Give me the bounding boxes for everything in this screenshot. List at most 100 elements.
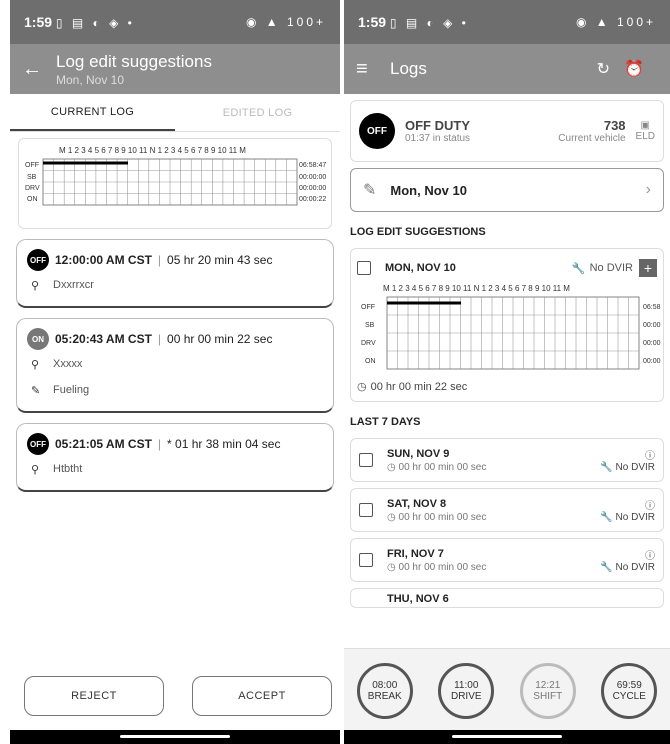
suggestion-card[interactable]: MON, NOV 10 🔧 No DVIR + M 1 2 3 4 5 6 7 … [350, 248, 664, 402]
drive-time: 11:00 [454, 679, 479, 691]
page-subtitle: Mon, Nov 10 [56, 72, 125, 87]
status-badge: ON [27, 328, 49, 350]
selected-date: Mon, Nov 10 [390, 182, 467, 198]
cast-icon: ▣ [640, 120, 650, 131]
entry-location: Dxxrrxcr [53, 279, 94, 291]
day-duration: 00 hr 00 min 00 sec [398, 461, 487, 473]
back-arrow-icon[interactable]: ← [22, 58, 56, 81]
entry-time: 12:00:00 AM CST [55, 253, 152, 267]
day-date: SUN, NOV 9 [387, 447, 450, 460]
status-badge: OFF [27, 249, 49, 271]
notification-icons: ▯ ▤ ◐ ◈ • [55, 16, 135, 30]
log-entry[interactable]: OFF 12:00:00 AM CST | 05 hr 20 min 43 sec ⚲… [16, 239, 334, 308]
page-title: Log edit suggestions [56, 51, 212, 71]
graph-hours: M 1 2 3 4 5 6 7 8 9 10 11 N 1 2 3 4 5 6 … [383, 284, 570, 293]
duty-status-card[interactable]: OFF OFF DUTY 01:37 in status 738 Current… [350, 100, 664, 162]
row-label-off: OFF [361, 304, 375, 311]
day-date: FRI, NOV 7 [387, 547, 444, 560]
alarm-icon[interactable]: ⏰ [624, 61, 658, 78]
info-icon: ⓘ [645, 551, 655, 562]
tab-edited-log[interactable]: EDITED LOG [175, 94, 340, 131]
wrench-icon: 🔧 [571, 262, 586, 275]
dvir-status: No DVIR [615, 512, 655, 523]
entry-time: 05:21:05 AM CST [55, 437, 152, 451]
gesture-bar [10, 730, 340, 744]
shift-label: SHIFT [533, 690, 563, 702]
drive-clock[interactable]: 11:00 DRIVE [438, 662, 495, 719]
break-clock[interactable]: 08:00 BREAK [356, 662, 413, 719]
status-badge: OFF [27, 433, 49, 455]
day-checkbox[interactable] [359, 503, 373, 517]
pencil-icon: ✎ [363, 182, 377, 199]
entry-duration: 05 hr 20 min 43 sec [167, 253, 273, 267]
entry-location: Xxxxx [53, 358, 83, 370]
suggestion-duration: 00 hr 00 min 22 sec [370, 380, 468, 393]
chevron-right-icon: › [645, 181, 651, 198]
dvir-status: No DVIR [615, 562, 655, 573]
cycle-label: CYCLE [612, 690, 646, 702]
total-on: 00:00 [643, 358, 661, 365]
clock: 1:59 [358, 14, 387, 30]
sync-icon[interactable]: ↻ [597, 61, 624, 78]
entry-duration: * 01 hr 38 min 04 sec [167, 437, 281, 451]
hos-clocks: 08:00 BREAK 11:00 DRIVE 12:21 SHIFT 69:59 CY… [344, 648, 670, 732]
dvir-status: No DVIR [589, 262, 633, 274]
location-pin-icon: ⚲ [31, 358, 40, 371]
graph-hours: M 1 2 3 4 5 6 7 8 9 10 11 N 1 2 3 4 5 6 … [59, 146, 246, 155]
action-buttons: REJECT ACCEPT [24, 676, 332, 716]
row-label-drv: DRV [25, 185, 40, 192]
wrench-icon: 🔧 [600, 512, 613, 523]
row-label-off: OFF [25, 162, 39, 169]
row-label-sb: SB [27, 174, 37, 181]
entry-time: 05:20:43 AM CST [55, 332, 152, 346]
system-icons: ◉ ▲ 100+ [245, 15, 326, 29]
log-grid: M 1 2 3 4 5 6 7 8 9 10 11 N 1 2 3 4 5 6 … [25, 146, 326, 206]
system-icons: ◉ ▲ 100+ [575, 15, 656, 29]
status-bar: 1:59 ▯ ▤ ◐ ◈ • ◉ ▲ 100+ [344, 0, 670, 44]
shift-time: 12:21 [535, 679, 561, 691]
duty-title: OFF DUTY [405, 118, 470, 133]
suggestion-date: MON, NOV 10 [385, 262, 456, 274]
section-heading: LOG EDIT SUGGESTIONS [350, 226, 486, 238]
break-time: 08:00 [372, 679, 398, 691]
total-sb: 00:00 [643, 322, 661, 329]
day-row[interactable]: FRI, NOV 7 ◷ 00 hr 00 min 00 sec ⓘ 🔧 No DV… [350, 538, 664, 582]
day-row[interactable]: SAT, NOV 8 ◷ 00 hr 00 min 00 sec ⓘ 🔧 No DV… [350, 488, 664, 532]
drive-label: DRIVE [450, 690, 482, 702]
day-date: THU, NOV 6 [387, 593, 449, 605]
row-label-sb: SB [365, 322, 375, 329]
total-off: 06:58:47 [299, 162, 326, 169]
day-checkbox[interactable] [359, 453, 373, 467]
duty-badge: OFF [359, 113, 395, 149]
vehicle-number: 738 [603, 118, 626, 133]
log-entry[interactable]: ON 05:20:43 AM CST | 00 hr 00 min 22 sec ⚲ X… [16, 318, 334, 413]
section-heading: LAST 7 DAYS [350, 416, 421, 428]
log-entry[interactable]: OFF 05:21:05 AM CST | * 01 hr 38 min 04 sec… [16, 423, 334, 492]
log-grid: M 1 2 3 4 5 6 7 8 9 10 11 N 1 2 3 4 5 6 … [361, 284, 661, 370]
duty-sub: 01:37 in status [405, 133, 471, 144]
date-selector[interactable]: ✎ Mon, Nov 10 › [350, 168, 664, 212]
total-off: 06:58 [643, 304, 661, 311]
cycle-clock[interactable]: 69:59 CYCLE [601, 662, 658, 719]
tab-current-log[interactable]: CURRENT LOG [10, 94, 175, 131]
shift-clock[interactable]: 12:21 SHIFT [519, 662, 576, 719]
app-bar: ← Log edit suggestions Mon, Nov 10 [10, 44, 340, 94]
accept-button[interactable]: ACCEPT [192, 676, 332, 716]
suggestion-checkbox[interactable] [357, 261, 371, 275]
day-checkbox[interactable] [359, 553, 373, 567]
row-label-on: ON [365, 358, 376, 365]
info-icon: ⓘ [645, 451, 655, 462]
day-row[interactable]: THU, NOV 6 [350, 588, 664, 608]
day-date: SAT, NOV 8 [387, 497, 447, 510]
day-row[interactable]: SUN, NOV 9 ◷ 00 hr 00 min 00 sec ⓘ 🔧 No DV… [350, 438, 664, 482]
add-button[interactable]: + [639, 259, 657, 277]
notification-icons: ▯ ▤ ◐ ◈ • [389, 16, 469, 30]
menu-icon[interactable]: ≡ [356, 58, 390, 81]
entry-note: Fueling [53, 384, 90, 396]
left-screen: 1:59 ▯ ▤ ◐ ◈ • ◉ ▲ 100+ ← Log edit sugge… [10, 0, 340, 744]
page-title: Logs [390, 59, 427, 78]
reject-button[interactable]: REJECT [24, 676, 164, 716]
pencil-icon: ✎ [31, 384, 41, 397]
eld-label: ELD [635, 131, 655, 142]
day-duration: 00 hr 00 min 00 sec [398, 511, 487, 523]
